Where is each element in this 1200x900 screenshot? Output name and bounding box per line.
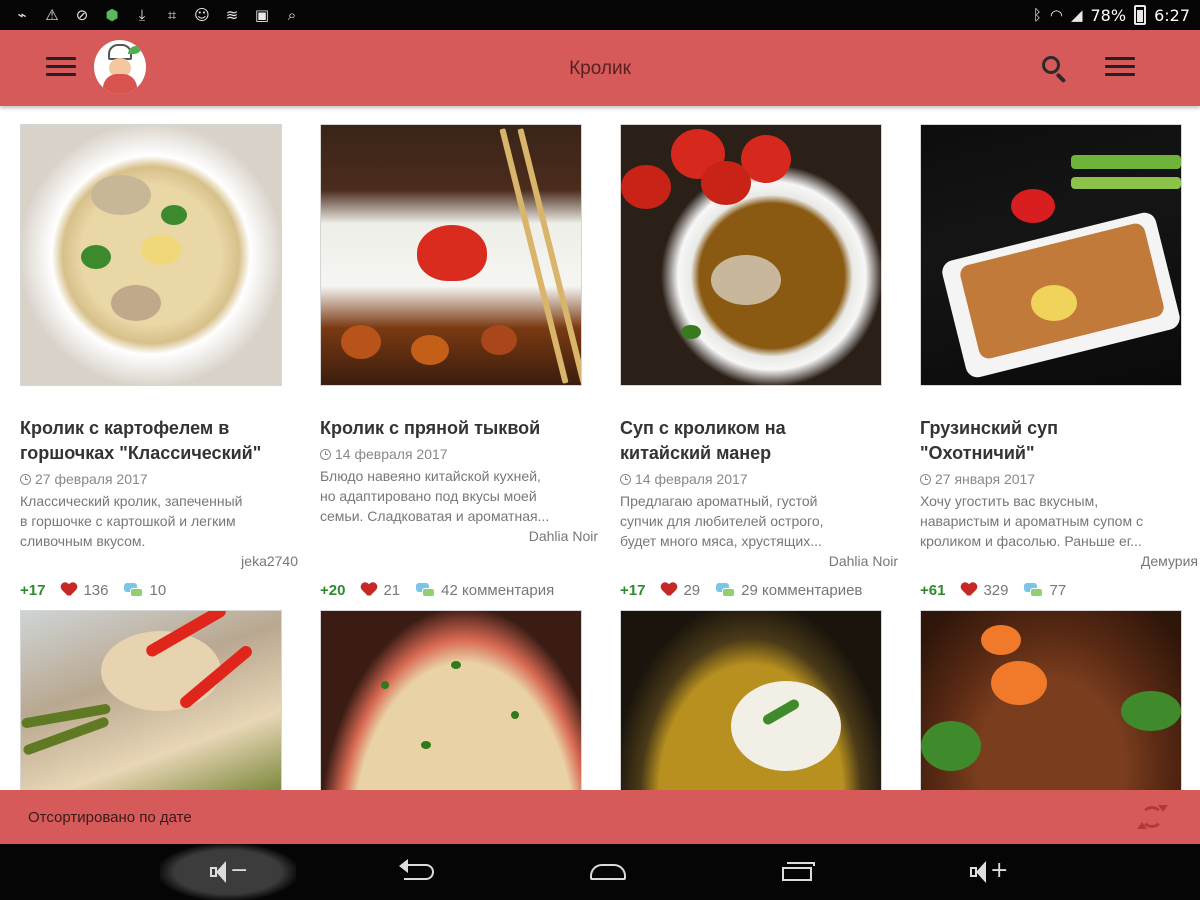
recipe-description: Хочу угостить вас вкусным, наваристым и … [920, 493, 1143, 549]
likes-count: 29 [683, 581, 701, 599]
home-icon [588, 862, 628, 882]
recipe-photo[interactable] [620, 124, 882, 386]
recipe-grid: Кролик с картофелем в горшочках "Классич… [0, 106, 1200, 790]
comments-count: 42 комментария [441, 581, 555, 599]
recipe-author[interactable]: Dahlia Noir [529, 528, 598, 544]
wifi-signal-icon: ≋ [225, 6, 239, 24]
bluetooth-icon: ᛒ [1032, 6, 1042, 24]
recipe-title[interactable]: Грузинский суп "Охотничий" [920, 416, 1198, 466]
volume-down-button[interactable]: − [206, 850, 250, 894]
comments-count: 77 [1049, 581, 1067, 599]
recipe-stats: +17 29 29 комментариев [620, 580, 898, 600]
page-title: Кролик [569, 58, 631, 79]
clock-icon [20, 473, 31, 485]
usb-debug-icon: ⌁ [17, 6, 27, 24]
sort-label[interactable]: Отсортировано по дате [28, 809, 192, 826]
comments-icon[interactable] [1024, 582, 1044, 598]
clock: 6:27 [1154, 5, 1190, 25]
recipe-date: 14 февраля 2017 [320, 446, 448, 462]
overflow-menu-icon[interactable] [1105, 56, 1135, 78]
volume-up-button[interactable]: + [966, 850, 1010, 894]
recipe-photo[interactable] [620, 610, 882, 790]
refresh-icon[interactable] [1137, 804, 1168, 830]
likes-count: 136 [83, 581, 109, 599]
recipe-title[interactable]: Суп с кроликом на китайский манер [620, 416, 898, 466]
recipe-card[interactable] [20, 610, 298, 790]
comments-icon[interactable] [124, 582, 144, 598]
recipe-title[interactable]: Кролик с пряной тыквой [320, 416, 598, 441]
recipe-date: 27 февраля 2017 [20, 471, 148, 487]
recipe-card[interactable]: Кролик с пряной тыквой 14 февраля 2017 Б… [320, 124, 598, 604]
clock-icon [320, 448, 331, 460]
recipe-card[interactable] [920, 610, 1198, 790]
recipe-photo[interactable] [320, 610, 582, 790]
recipe-stats: +61 329 77 [920, 580, 1198, 600]
recipe-rating: +17 [20, 581, 46, 599]
recipe-card[interactable] [320, 610, 598, 790]
clock-icon [920, 473, 931, 485]
download-icon: ⤓ [138, 6, 146, 24]
likes-count: 329 [983, 581, 1009, 599]
clock-icon [620, 473, 631, 485]
recipe-description: Классический кролик, запеченный в горшоч… [20, 493, 243, 549]
recipe-photo[interactable] [920, 610, 1182, 790]
recipe-photo[interactable] [920, 124, 1182, 386]
recipe-description: Блюдо навеяно китайской кухней, но адапт… [320, 468, 550, 524]
status-bar: ⌁ ⚠ ⊘ ⬢ ⤓ ⌗ ☺ ≋ ▣ ⌕ ᛒ ◠ ◢ 78% 6:27 [0, 0, 1200, 30]
home-button[interactable] [586, 850, 630, 894]
wifi-icon: ◠ [1049, 6, 1063, 24]
recipe-author[interactable]: Dahlia Noir [829, 553, 898, 569]
recent-apps-icon [778, 861, 818, 883]
recipe-date: 27 января 2017 [920, 471, 1035, 487]
person-icon: ☺ [194, 6, 210, 24]
notification-icons: ⌁ ⚠ ⊘ ⬢ ⤓ ⌗ ☺ ≋ ▣ ⌕ [12, 5, 302, 25]
recipe-photo[interactable] [20, 610, 282, 790]
battery-percent: 78% [1090, 5, 1127, 25]
recipe-stats: +20 21 42 комментария [320, 580, 598, 600]
shield-icon: ⬢ [105, 6, 119, 24]
recent-apps-button[interactable] [776, 850, 820, 894]
battery-icon [1134, 5, 1147, 25]
recipe-rating: +61 [920, 581, 946, 599]
comments-icon[interactable] [416, 582, 436, 598]
signal-icon: ◢ [1070, 6, 1083, 24]
search-icon: ⌕ [287, 6, 297, 24]
recipe-card[interactable] [620, 610, 898, 790]
heart-icon[interactable] [361, 583, 377, 597]
volume-down-icon: − [208, 858, 248, 884]
comments-count: 29 комментариев [741, 581, 863, 599]
heart-icon[interactable] [961, 583, 977, 597]
recipe-photo[interactable] [320, 124, 582, 386]
recipe-rating: +20 [320, 581, 346, 599]
recipe-title[interactable]: Кролик с картофелем в горшочках "Классич… [20, 416, 298, 466]
sort-bar: Отсортировано по дате [0, 790, 1200, 844]
recipe-date: 14 февраля 2017 [620, 471, 748, 487]
search-icon[interactable] [1042, 56, 1068, 84]
recipe-rating: +17 [620, 581, 646, 599]
back-button[interactable] [396, 850, 440, 894]
recipe-card[interactable]: Суп с кроликом на китайский манер 14 фев… [620, 124, 898, 604]
heart-icon[interactable] [661, 583, 677, 597]
comments-icon[interactable] [716, 582, 736, 598]
warning-icon: ⚠ [45, 6, 59, 24]
recipe-photo[interactable] [20, 124, 282, 386]
volume-up-icon: + [968, 858, 1008, 884]
recipe-stats: +17 136 10 [20, 580, 298, 600]
wifi-tool-icon: ⌗ [167, 6, 177, 24]
blocked-icon: ⊘ [75, 6, 89, 24]
app-bar: Кролик [0, 30, 1200, 106]
recipe-author[interactable]: jeka2740 [241, 553, 298, 569]
recipe-card[interactable]: Грузинский суп "Охотничий" 27 января 201… [920, 124, 1198, 604]
heart-icon[interactable] [61, 583, 77, 597]
recipe-description: Предлагаю ароматный, густой супчик для л… [620, 493, 824, 549]
comments-count: 10 [149, 581, 167, 599]
likes-count: 21 [383, 581, 401, 599]
system-icons: ᛒ ◠ ◢ 78% 6:27 [1033, 5, 1190, 25]
recipe-author[interactable]: Демурия [1141, 553, 1198, 569]
recipe-card[interactable]: Кролик с картофелем в горшочках "Классич… [20, 124, 298, 604]
image-icon: ▣ [254, 6, 270, 24]
back-icon [398, 859, 438, 884]
